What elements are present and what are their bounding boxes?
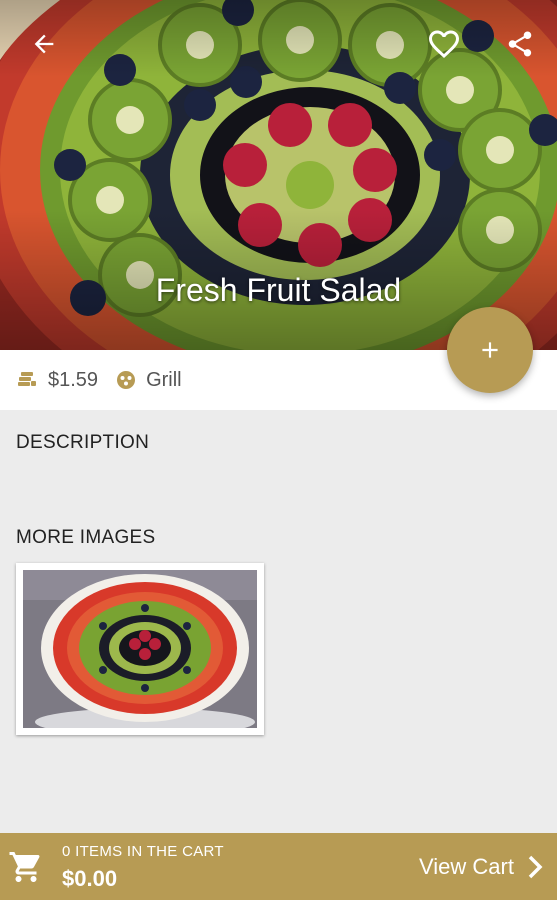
hero-image: Fresh Fruit Salad [0, 0, 557, 350]
price-text: $1.59 [48, 368, 99, 391]
category-info: Grill [116, 369, 182, 392]
back-button[interactable] [24, 24, 64, 64]
product-title: Fresh Fruit Salad [155, 272, 402, 308]
grill-icon [117, 371, 136, 389]
category-text: Grill [146, 368, 182, 391]
more-image-thumbnail[interactable] [16, 563, 264, 736]
more-images-heading: MORE IMAGES [16, 527, 156, 548]
fruit-tart-thumbnail-image [23, 570, 257, 736]
cart-icon [9, 852, 40, 882]
cart-total: $0.00 [62, 866, 118, 891]
description-heading: DESCRIPTION [16, 432, 150, 453]
view-cart-label[interactable]: View Cart [419, 854, 514, 880]
heart-outline-icon [429, 30, 459, 59]
price-info: $1.59 [16, 369, 98, 392]
share-icon [508, 31, 532, 57]
add-to-cart-button[interactable] [447, 307, 533, 393]
arrow-left-icon [34, 34, 54, 54]
share-button[interactable] [500, 24, 540, 64]
chevron-right-icon [528, 855, 543, 879]
plus-icon [482, 342, 498, 358]
favorite-button[interactable] [424, 24, 464, 64]
coins-icon [18, 372, 36, 386]
cart-item-count: 0 ITEMS IN THE CART [62, 843, 224, 860]
cart-bar[interactable]: 0 ITEMS IN THE CART $0.00 View Cart [0, 833, 557, 900]
